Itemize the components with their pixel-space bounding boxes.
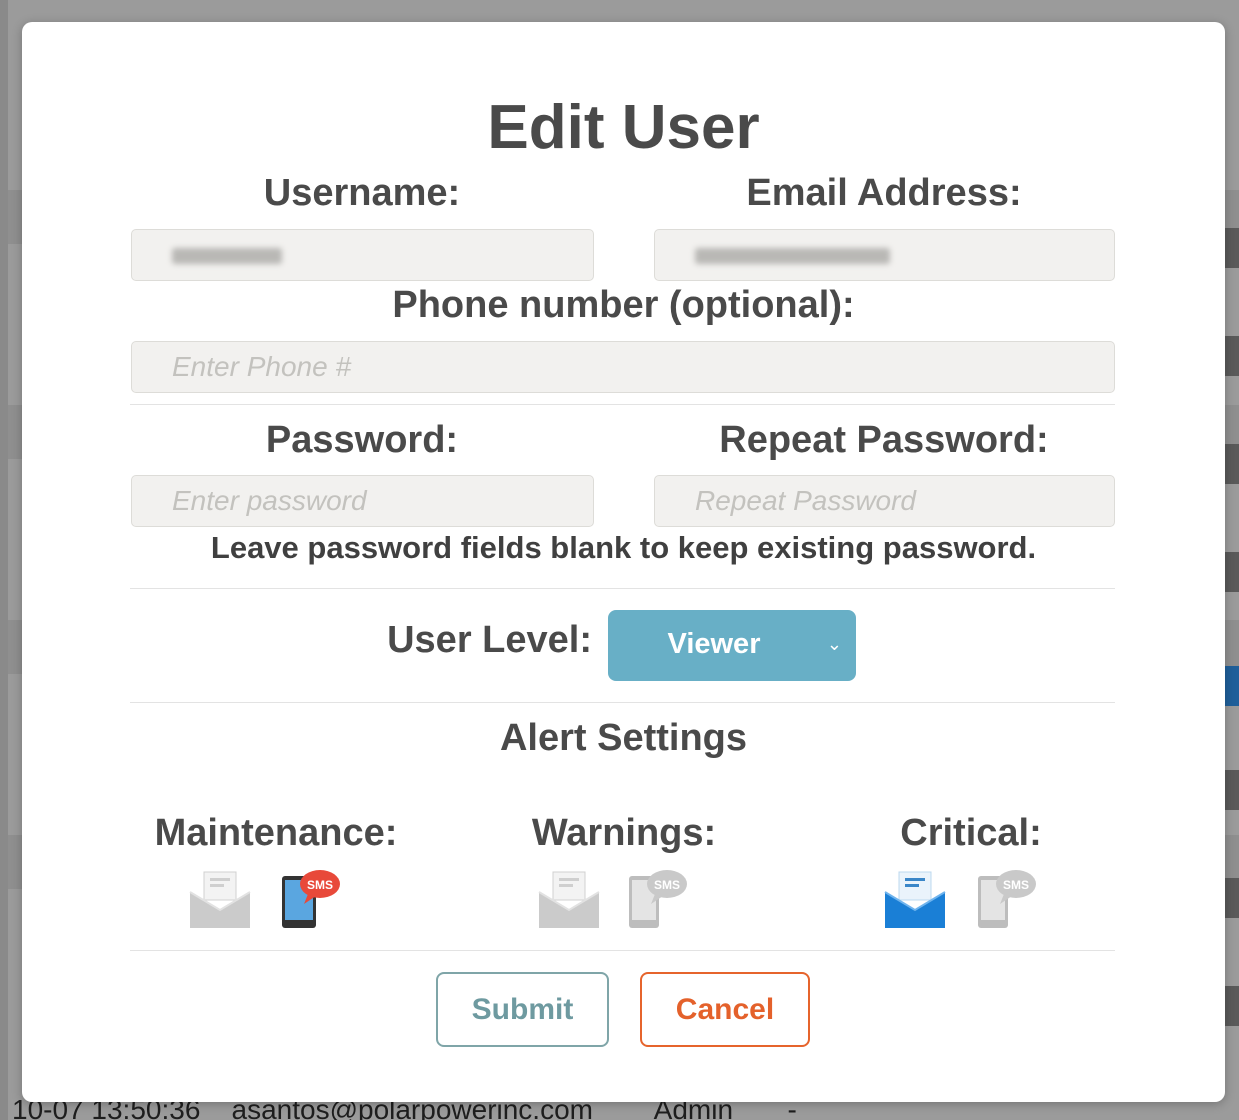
redacted-username bbox=[172, 248, 282, 264]
background-right-control bbox=[1225, 770, 1239, 810]
email-field[interactable] bbox=[654, 229, 1115, 281]
svg-text:SMS: SMS bbox=[654, 878, 680, 892]
user-level-label: User Level: bbox=[387, 619, 592, 661]
modal-title: Edit User bbox=[487, 93, 760, 162]
submit-button[interactable]: Submit bbox=[436, 972, 609, 1047]
edit-user-modal: Edit User Username: Email Address: Phone… bbox=[22, 22, 1225, 1102]
background-right-control bbox=[1225, 228, 1239, 268]
maintenance-email-toggle[interactable] bbox=[188, 868, 252, 932]
divider bbox=[130, 950, 1115, 951]
envelope-icon bbox=[538, 871, 600, 928]
chevron-down-icon: ⌄ bbox=[826, 634, 842, 655]
email-label: Email Address: bbox=[746, 172, 1022, 214]
password-input[interactable] bbox=[131, 475, 594, 527]
envelope-icon bbox=[884, 871, 946, 928]
critical-label: Critical: bbox=[900, 812, 1042, 854]
svg-text:SMS: SMS bbox=[307, 878, 333, 892]
phone-label: Phone number (optional): bbox=[392, 284, 855, 326]
user-level-value: Viewer bbox=[667, 628, 761, 660]
password-label: Password: bbox=[265, 419, 459, 461]
user-level-select[interactable]: Viewer ⌄ bbox=[608, 610, 856, 681]
repeat-password-input[interactable] bbox=[654, 475, 1115, 527]
warnings-sms-toggle[interactable]: SMS bbox=[625, 866, 689, 930]
sms-phone-icon: SMS bbox=[629, 870, 687, 928]
background-right-control bbox=[1225, 666, 1239, 706]
critical-email-toggle[interactable] bbox=[883, 868, 947, 932]
background-right-control bbox=[1225, 444, 1239, 484]
phone-input[interactable] bbox=[131, 341, 1115, 393]
maintenance-sms-toggle[interactable]: SMS bbox=[278, 866, 342, 930]
background-right-control bbox=[1225, 552, 1239, 592]
sms-phone-icon: SMS bbox=[978, 870, 1036, 928]
background-right-control bbox=[1225, 878, 1239, 918]
repeat-password-label: Repeat Password: bbox=[719, 419, 1049, 461]
divider bbox=[130, 404, 1115, 405]
maintenance-label: Maintenance: bbox=[154, 812, 398, 854]
divider bbox=[130, 588, 1115, 589]
envelope-icon bbox=[189, 871, 251, 928]
svg-text:SMS: SMS bbox=[1003, 878, 1029, 892]
critical-sms-toggle[interactable]: SMS bbox=[974, 866, 1038, 930]
background-right-control bbox=[1225, 336, 1239, 376]
background-right-control bbox=[1225, 986, 1239, 1026]
redacted-email bbox=[695, 248, 890, 264]
warnings-label: Warnings: bbox=[531, 812, 717, 854]
cancel-button[interactable]: Cancel bbox=[640, 972, 810, 1047]
username-label: Username: bbox=[263, 172, 461, 214]
divider bbox=[130, 702, 1115, 703]
sms-phone-icon: SMS bbox=[282, 870, 340, 928]
alert-settings-heading: Alert Settings bbox=[499, 717, 748, 759]
warnings-email-toggle[interactable] bbox=[537, 868, 601, 932]
password-hint: Leave password fields blank to keep exis… bbox=[210, 530, 1037, 565]
username-field[interactable] bbox=[131, 229, 594, 281]
